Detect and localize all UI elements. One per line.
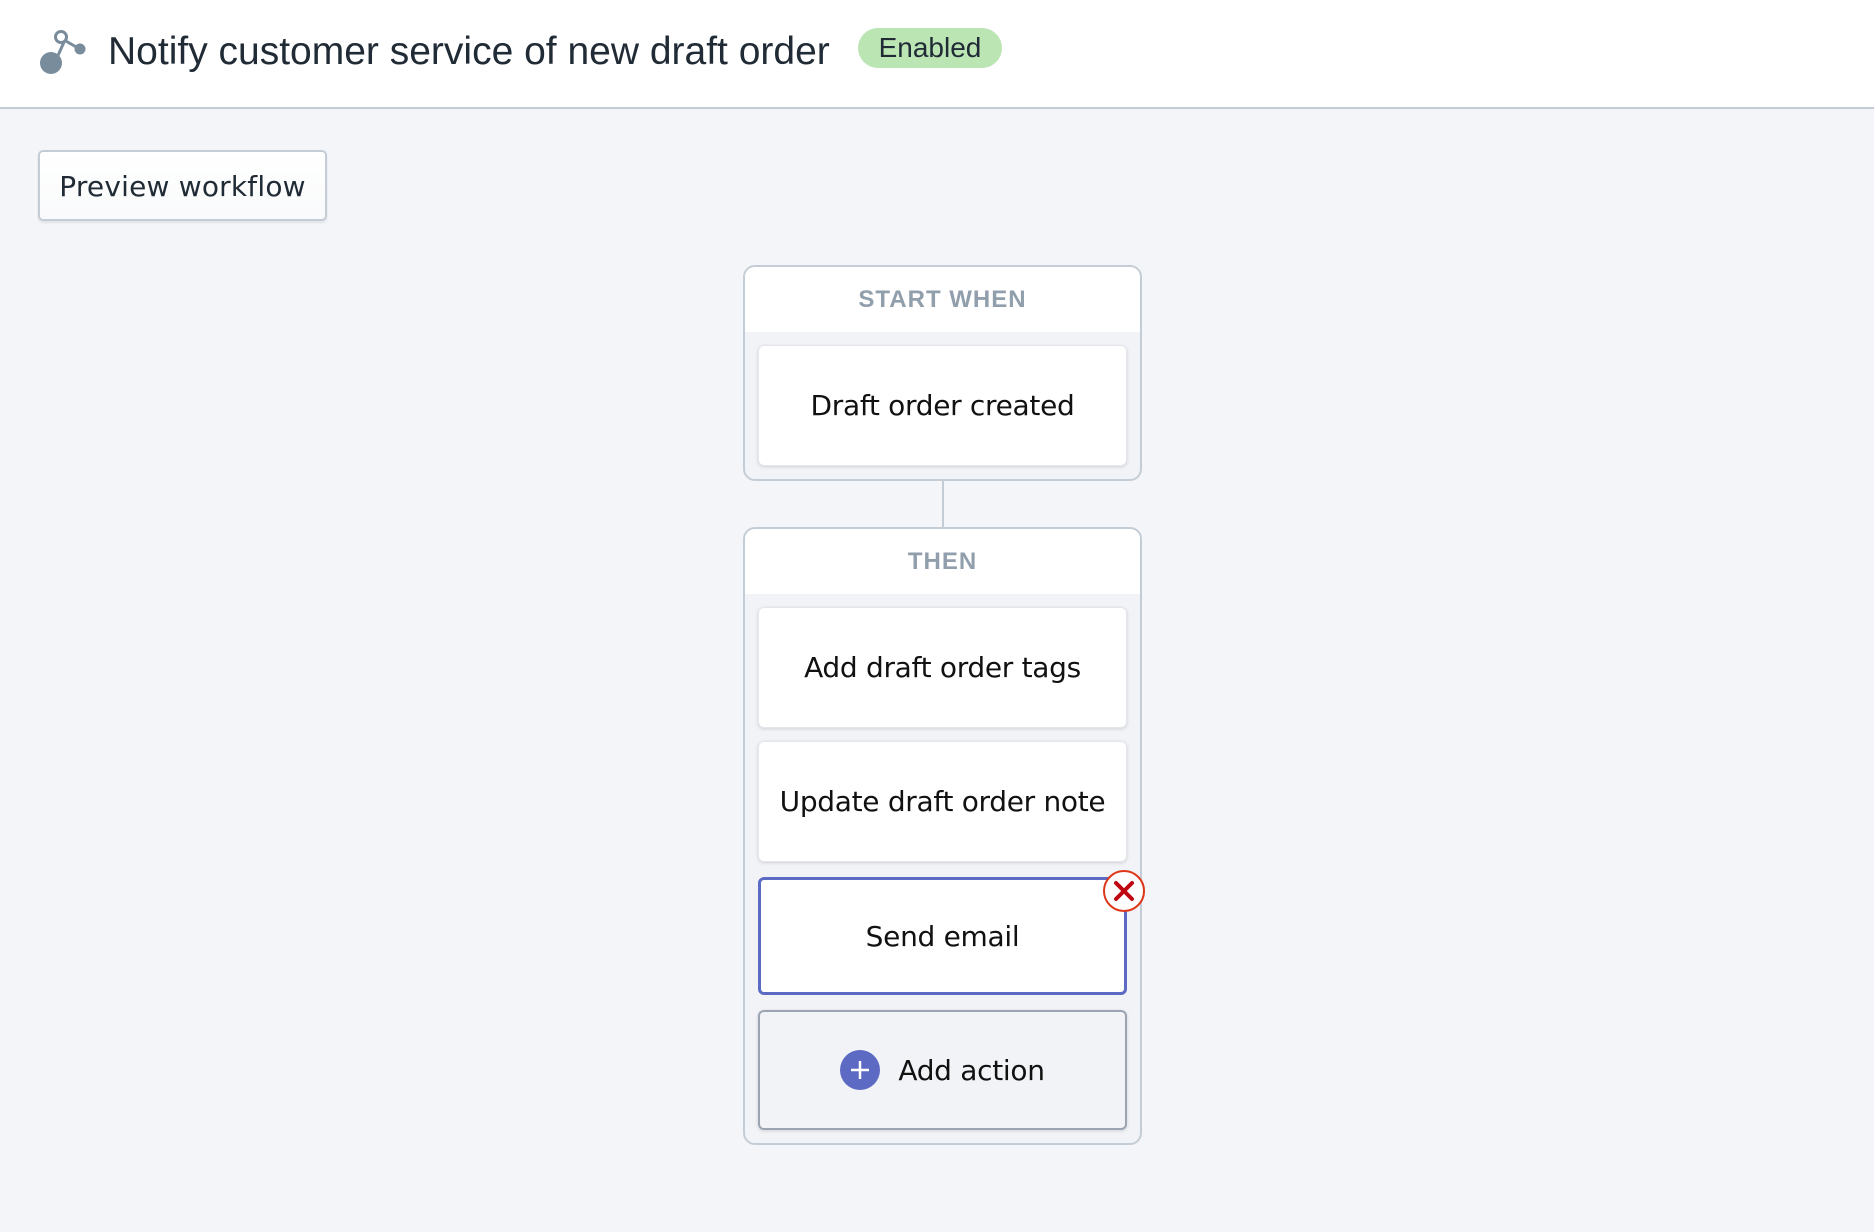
section-heading: THEN (745, 529, 1140, 594)
action-label: Update draft order note (779, 785, 1106, 818)
action-card[interactable]: Update draft order note (758, 741, 1127, 862)
remove-action-button[interactable] (1103, 870, 1145, 912)
page-title: Notify customer service of new draft ord… (108, 30, 830, 73)
add-action-button[interactable]: Add action (758, 1010, 1127, 1130)
action-card-selected[interactable]: Send email (758, 870, 1145, 995)
plus-circle-icon (840, 1050, 881, 1090)
connector-line (942, 481, 944, 527)
section-heading: START WHEN (745, 267, 1140, 332)
trigger-section: START WHEN Draft order created (743, 265, 1142, 481)
status-badge: Enabled (858, 28, 1002, 68)
action-section: THEN Add draft order tags Update draft o… (743, 527, 1145, 1145)
top-bar: Notify customer service of new draft ord… (0, 0, 1874, 109)
action-label: Send email (865, 919, 1020, 953)
action-label: Add draft order tags (804, 651, 1081, 684)
trigger-label: Draft order created (810, 389, 1075, 422)
preview-workflow-button[interactable]: Preview workflow (38, 150, 327, 221)
action-card[interactable]: Add draft order tags (758, 607, 1127, 728)
trigger-card[interactable]: Draft order created (758, 345, 1127, 466)
add-action-label: Add action (898, 1053, 1045, 1087)
workflow-icon (40, 30, 86, 74)
close-icon (1114, 881, 1134, 901)
